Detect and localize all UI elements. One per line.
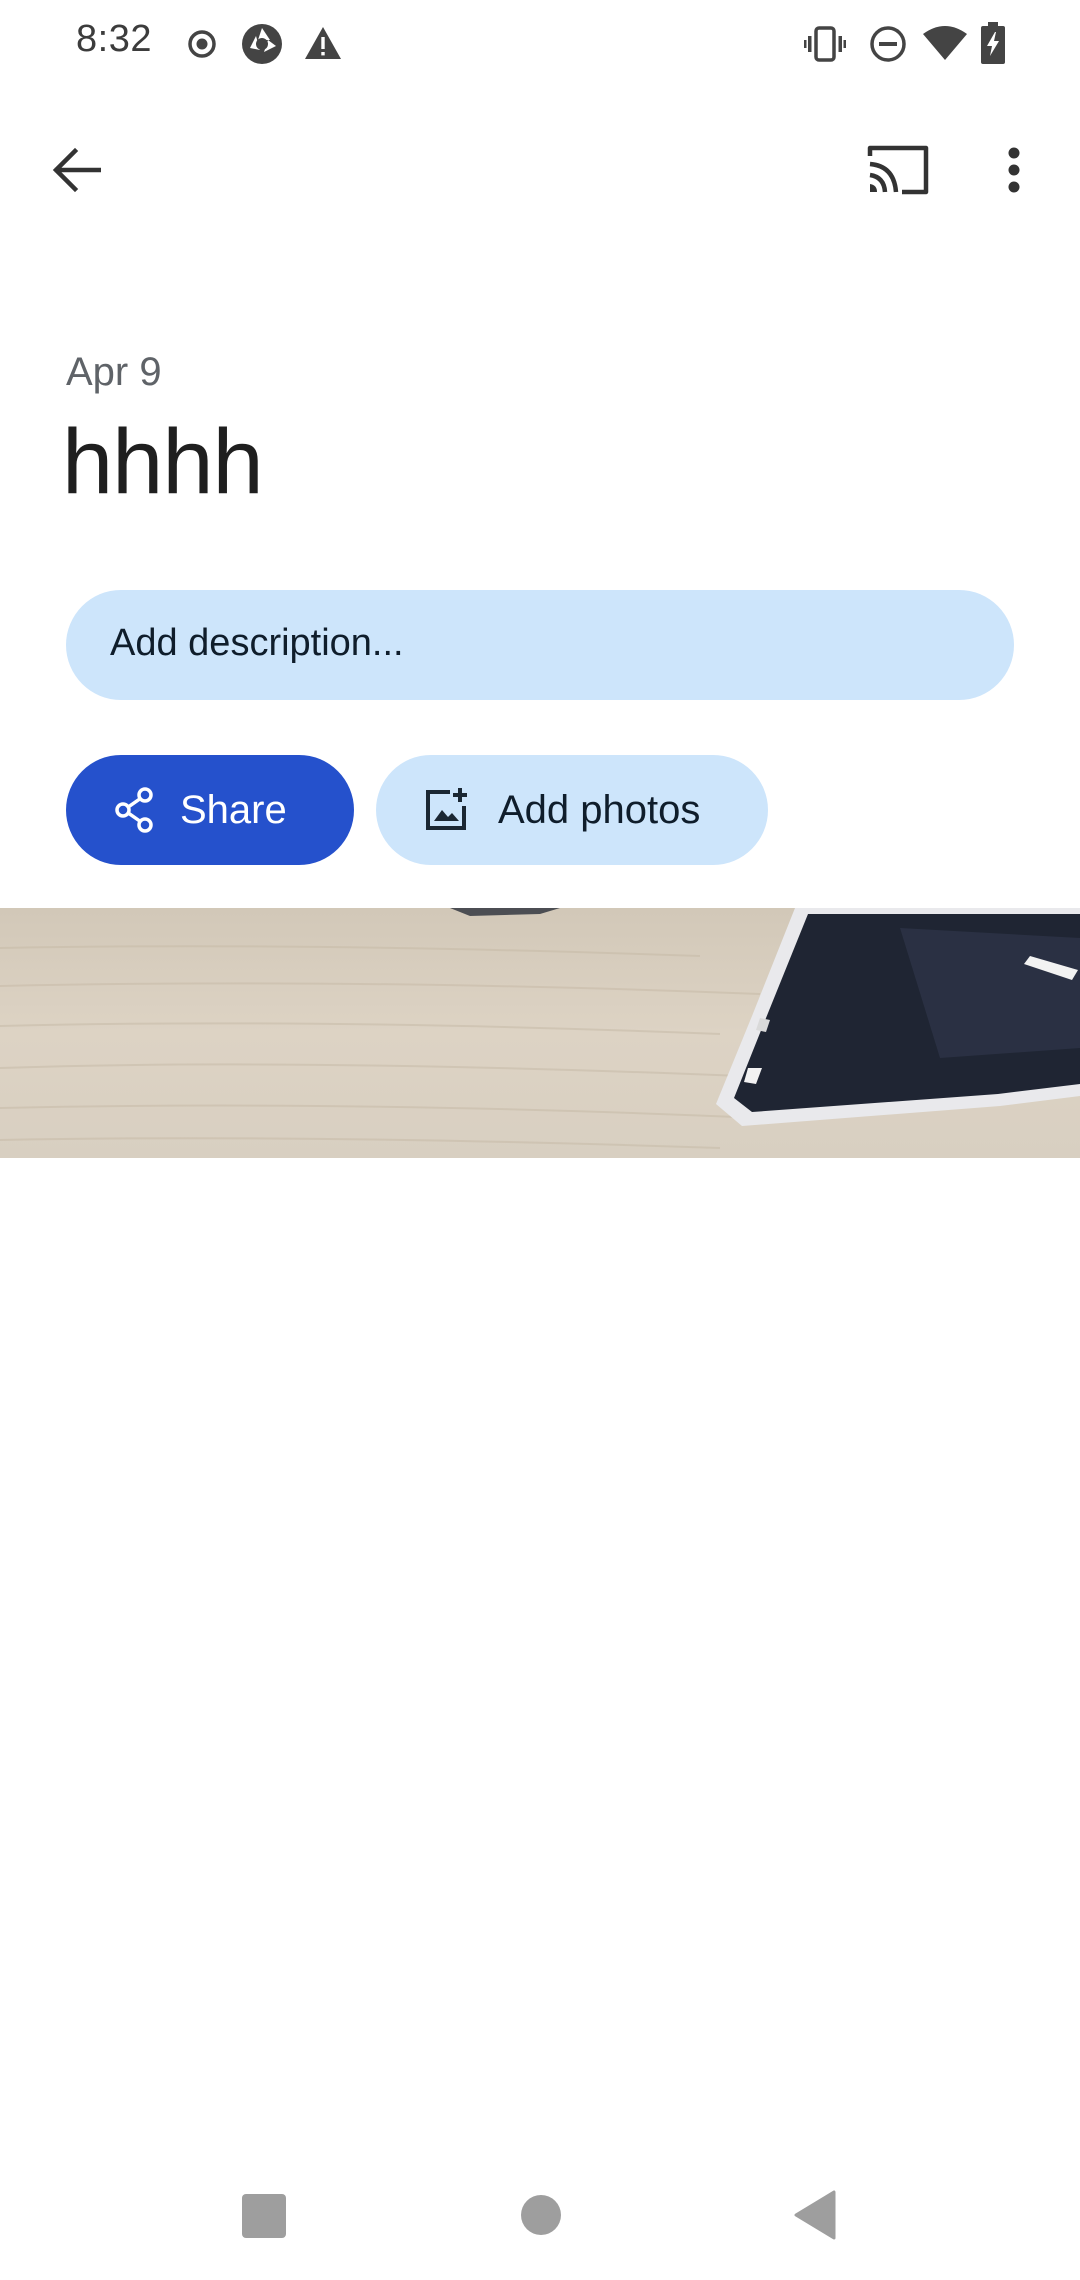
top-app-bar: [0, 120, 1080, 220]
wifi-icon: [922, 26, 968, 62]
share-button[interactable]: Share: [66, 755, 354, 865]
album-photo[interactable]: [0, 908, 1080, 1158]
camera-shutter-icon: [240, 22, 284, 66]
album-date: Apr 9: [66, 350, 162, 394]
arrow-back-icon: [51, 147, 101, 193]
description-placeholder: Add description...: [110, 622, 404, 664]
cast-icon: [866, 144, 930, 196]
add-description-field[interactable]: Add description...: [66, 590, 1014, 700]
battery-charging-icon: [980, 22, 1006, 64]
warning-icon: [304, 26, 342, 60]
album-screen: 8:32 Apr 9 hhhh Add description... Share…: [0, 0, 1080, 2280]
cast-button[interactable]: [850, 122, 946, 218]
do-not-disturb-icon: [868, 24, 908, 64]
more-options-button[interactable]: [966, 122, 1062, 218]
recents-icon[interactable]: [242, 2194, 286, 2243]
share-icon: [110, 786, 158, 834]
status-bar: 8:32: [0, 0, 1080, 88]
add-photos-label: Add photos: [498, 787, 701, 832]
more-vertical-icon: [1007, 147, 1021, 193]
back-button[interactable]: [28, 122, 124, 218]
back-triangle-icon[interactable]: [794, 2190, 836, 2245]
add-photo-icon: [422, 786, 470, 834]
home-icon[interactable]: [520, 2194, 562, 2241]
vibrate-icon: [804, 24, 846, 64]
status-time: 8:32: [76, 18, 152, 60]
add-photos-button[interactable]: Add photos: [376, 755, 768, 865]
system-nav-bar: [0, 2160, 1080, 2280]
album-title[interactable]: hhhh: [62, 410, 264, 515]
share-label: Share: [180, 787, 287, 832]
record-icon: [186, 28, 218, 60]
